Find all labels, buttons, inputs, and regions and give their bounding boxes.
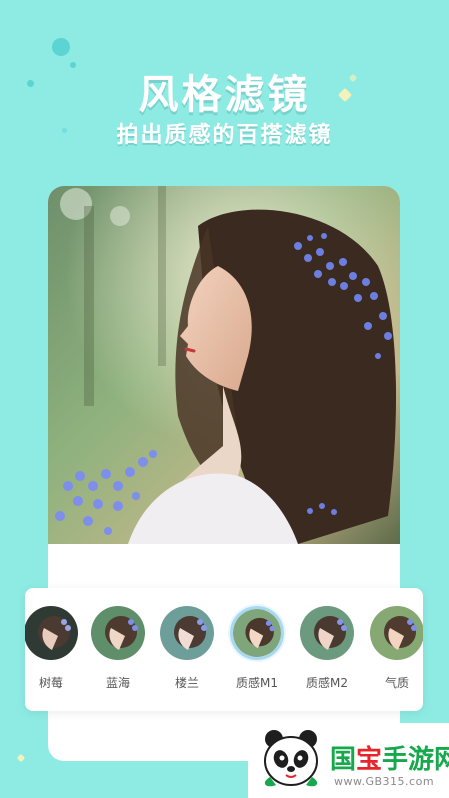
preview-photo [48,186,400,544]
filter-label: 树莓 [38,676,63,690]
filter-label: 质感M2 [306,676,348,690]
filter-thumbnail [25,606,78,660]
watermark-brand-part: 手游网 [382,745,449,775]
site-watermark: 国宝手游网 www.GB315.com [248,723,449,798]
filter-option-lanhai[interactable]: 蓝海 [86,606,150,691]
watermark-brand: 国宝手游网 [330,739,449,776]
filter-strip: 树莓 蓝海 楼兰 质感M1 质感M2 气质 [25,588,423,711]
filter-option-shumei[interactable]: 树莓 [25,606,83,691]
filter-option-zhigan-m1[interactable]: 质感M1 [225,606,289,691]
watermark-brand-highlight: 宝 [356,745,383,775]
page-subtitle: 拍出质感的百搭滤镜 [116,123,333,148]
filter-label: 蓝海 [105,676,130,690]
filter-label: 气质 [384,676,409,690]
filter-option-qizhi[interactable]: 气质 [365,606,423,691]
panda-logo-icon [260,727,322,791]
filter-thumbnail-selected [230,606,284,660]
decor-sparkle-icon [16,753,26,763]
filter-thumbnail [370,606,423,660]
page-title: 风格滤镜 [138,72,311,118]
filter-thumbnail [160,606,214,660]
filter-label: 楼兰 [174,676,199,690]
filter-thumbnail [300,606,354,660]
filter-option-loulan[interactable]: 楼兰 [155,606,219,691]
decor-bubble-large [52,38,70,56]
filter-option-zhigan-m2[interactable]: 质感M2 [295,606,359,691]
filter-label: 质感M1 [236,676,278,690]
watermark-brand-part: 国 [330,745,357,775]
filter-thumbnail [91,606,145,660]
watermark-url: www.GB315.com [334,775,435,788]
